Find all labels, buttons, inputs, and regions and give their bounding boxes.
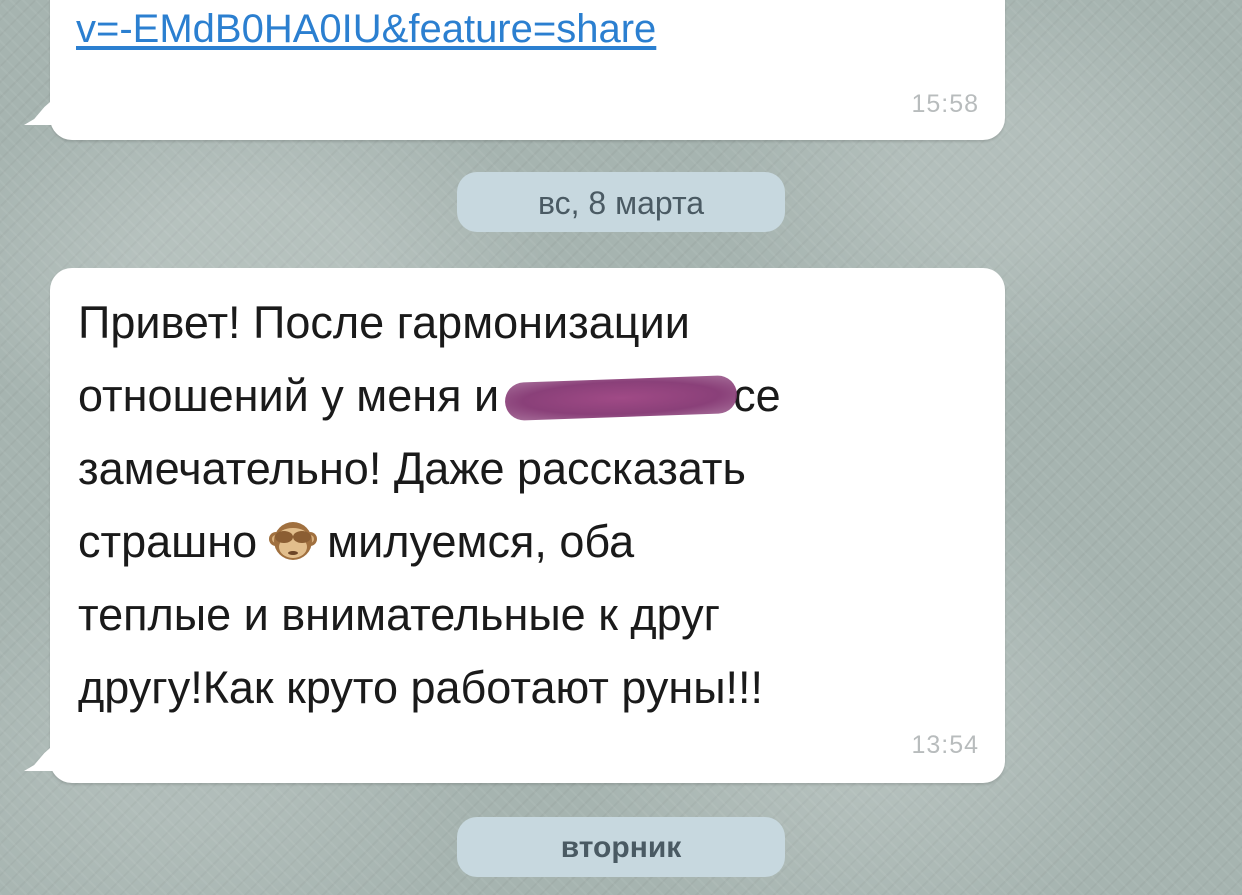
message-line: теплые и внимательные к друг [78, 589, 721, 640]
message-text: Привет! После гармонизации отношений у м… [78, 286, 978, 724]
message-time: 15:58 [911, 90, 979, 118]
bubble-tail [24, 95, 58, 125]
date-separator: вс, 8 марта [457, 172, 785, 232]
message-time: 13:54 [911, 731, 979, 759]
message-line: Привет! После гармонизации [78, 297, 690, 348]
see-no-evil-monkey-icon [267, 515, 319, 567]
message-line: отношений у меня и се [78, 370, 781, 422]
bubble-tail [24, 741, 58, 771]
message-line: страшно милуемся, оба [78, 515, 635, 567]
message-link[interactable]: v=-EMdB0HA0IU&feature=share [76, 7, 656, 52]
message-line: замечательно! Даже рассказать [78, 443, 746, 494]
message-line: другу!Как круто работают руны!!! [78, 662, 764, 713]
message-bubble-link[interactable]: v=-EMdB0HA0IU&feature=share 15:58 [50, 0, 1005, 140]
message-bubble[interactable]: Привет! После гармонизации отношений у м… [50, 268, 1005, 783]
redaction-scribble [504, 374, 738, 422]
date-separator: вторник [457, 817, 785, 877]
